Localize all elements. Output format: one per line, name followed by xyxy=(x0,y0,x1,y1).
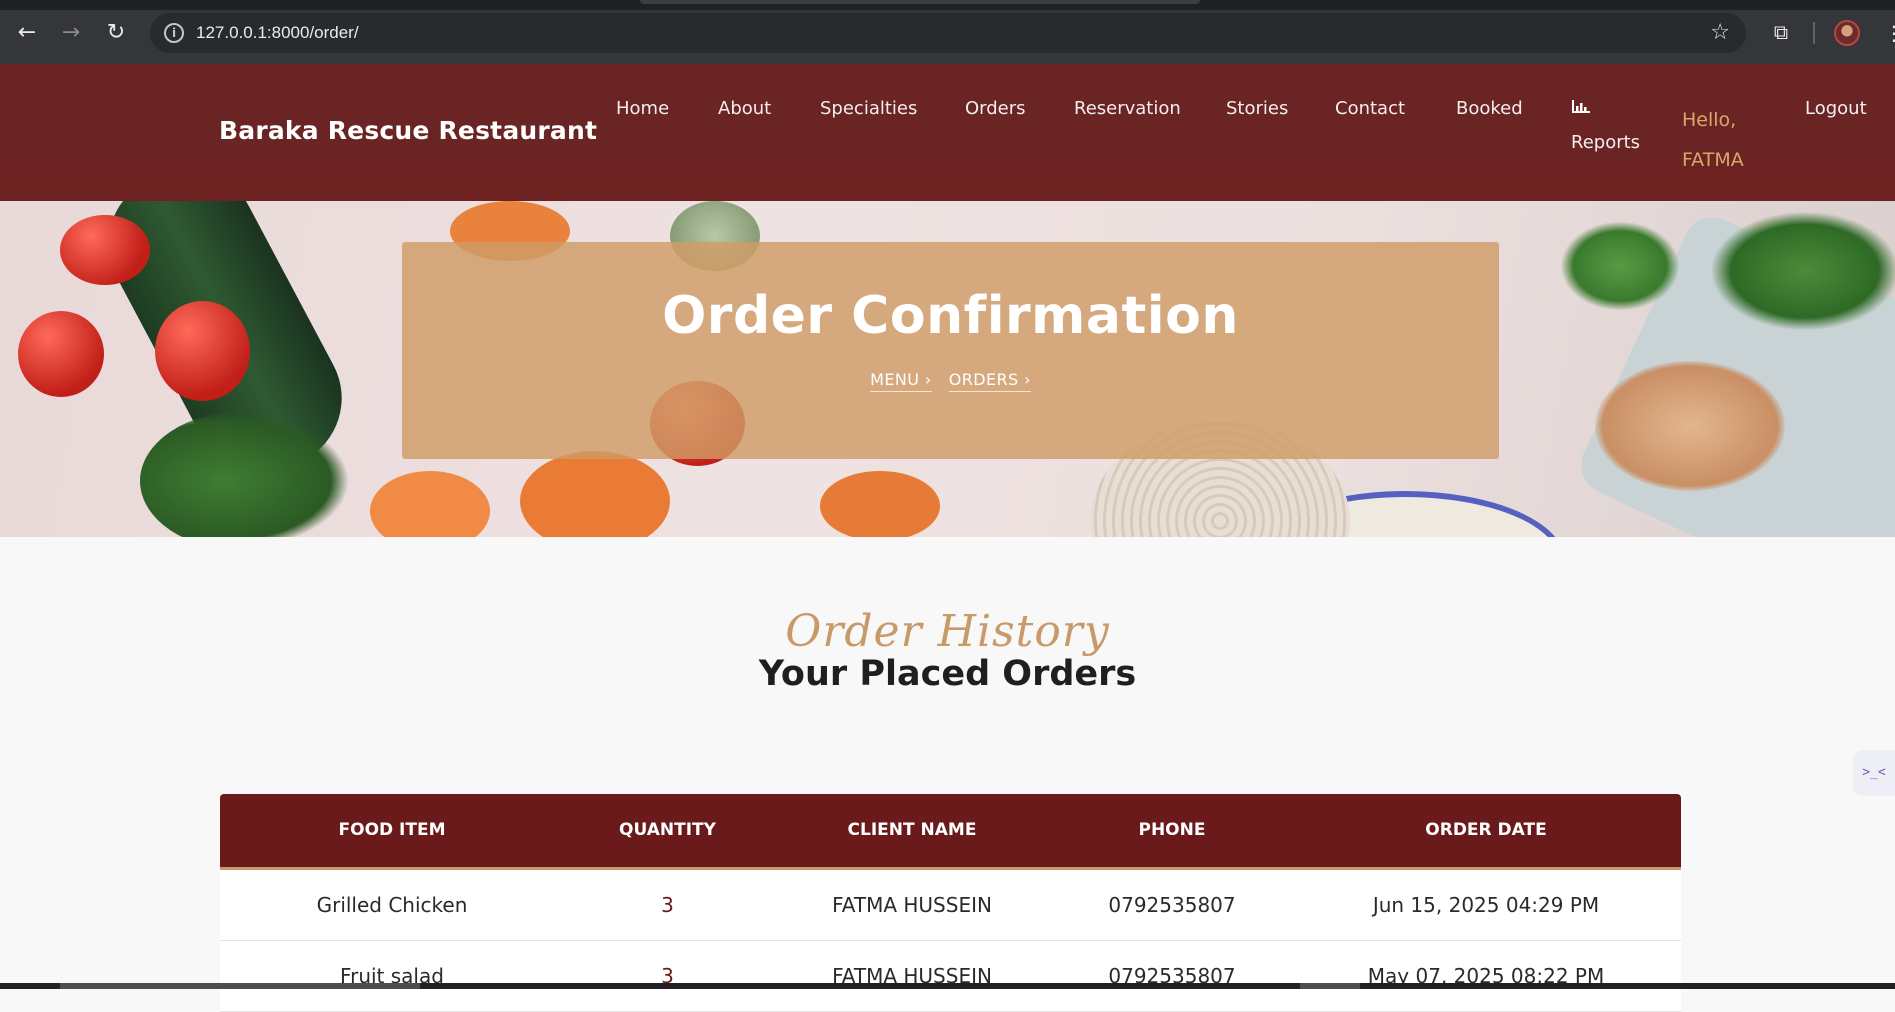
brand-logo[interactable]: Baraka Rescue Restaurant xyxy=(219,116,597,145)
orders-table: FOOD ITEM QUANTITY CLIENT NAME PHONE ORD… xyxy=(220,794,1681,1012)
address-bar[interactable]: i 127.0.0.1:8000/order/ ☆ xyxy=(150,13,1746,53)
active-tab-edge[interactable] xyxy=(640,0,1200,4)
more-vert-icon[interactable]: ⋮ xyxy=(1884,18,1895,48)
header-band xyxy=(0,164,1895,201)
cell-quantity: 3 xyxy=(661,893,674,917)
cell-quantity: 3 xyxy=(661,964,674,988)
tomato-shape xyxy=(18,311,104,397)
taskbar-segment xyxy=(1300,983,1360,989)
forward-arrow-icon[interactable]: → xyxy=(56,18,86,48)
section-heading: Your Placed Orders xyxy=(758,654,1137,694)
chevron-right-icon: › xyxy=(1024,370,1031,389)
nav-reports[interactable]: Reports xyxy=(1571,132,1640,153)
profile-avatar[interactable] xyxy=(1834,20,1860,46)
tomato-shape xyxy=(60,215,150,285)
address-bar-url[interactable]: 127.0.0.1:8000/order/ xyxy=(196,23,359,43)
hero-banner: Order Confirmation MENU › ORDERS › xyxy=(0,201,1895,537)
nav-booked[interactable]: Booked xyxy=(1456,98,1523,119)
nav-reservation[interactable]: Reservation xyxy=(1074,98,1181,119)
user-greeting: Hello, FATMA xyxy=(1682,109,1744,171)
page-title: Order Confirmation xyxy=(662,286,1239,346)
breadcrumb-orders-label[interactable]: ORDERS xyxy=(949,370,1019,389)
table-row: Fruit salad 3 FATMA HUSSEIN 0792535807 M… xyxy=(220,941,1681,1012)
browser-toolbar: ← → ↻ i 127.0.0.1:8000/order/ ☆ ⧉ ⋮ xyxy=(0,0,1895,64)
reload-icon[interactable]: ↻ xyxy=(101,18,131,48)
nav-specialties[interactable]: Specialties xyxy=(820,98,917,119)
column-header-client-name: CLIENT NAME xyxy=(847,820,977,840)
parsley-leaves xyxy=(1560,221,1680,311)
parsley-leaves xyxy=(1710,211,1895,331)
bookmark-star-icon[interactable]: ☆ xyxy=(1710,20,1730,45)
cell-order-date: Jun 15, 2025 04:29 PM xyxy=(1372,893,1600,917)
ginger-root xyxy=(1595,361,1785,491)
breadcrumb-menu-label[interactable]: MENU xyxy=(870,370,919,389)
cell-order-date: May 07, 2025 08:22 PM xyxy=(1367,964,1605,988)
extensions-puzzle-icon[interactable]: ⧉ xyxy=(1768,19,1794,45)
taskbar-edge xyxy=(0,983,1895,989)
table-row: Grilled Chicken 3 FATMA HUSSEIN 07925358… xyxy=(220,870,1681,941)
cell-client-name: FATMA HUSSEIN xyxy=(832,964,992,988)
column-header-food-item: FOOD ITEM xyxy=(338,820,446,840)
nav-orders[interactable]: Orders xyxy=(965,98,1026,119)
site-header: Baraka Rescue Restaurant Home About Spec… xyxy=(0,64,1895,201)
floating-assistant-widget[interactable]: >_< xyxy=(1853,750,1895,796)
cell-client-name: FATMA HUSSEIN xyxy=(832,893,992,917)
column-header-quantity: QUANTITY xyxy=(619,820,716,840)
breadcrumb: MENU › ORDERS › xyxy=(402,370,1499,392)
cell-food-item: Fruit salad xyxy=(340,964,444,988)
nav-about[interactable]: About xyxy=(718,98,771,119)
column-header-order-date: ORDER DATE xyxy=(1425,820,1547,840)
chevron-right-icon: › xyxy=(924,370,932,389)
table-header-row: FOOD ITEM QUANTITY CLIENT NAME PHONE ORD… xyxy=(220,794,1681,870)
hero-overlay-box: Order Confirmation MENU › ORDERS › xyxy=(402,242,1499,459)
bar-chart-icon-svg xyxy=(1572,100,1590,113)
breadcrumb-orders[interactable]: ORDERS › xyxy=(948,370,1031,392)
bar-chart-icon[interactable] xyxy=(1571,98,1591,118)
cell-food-item: Grilled Chicken xyxy=(316,893,468,917)
breadcrumb-menu[interactable]: MENU › xyxy=(870,370,932,392)
taskbar-segment xyxy=(60,983,420,989)
carrot-slice xyxy=(370,471,490,537)
carrot-slice xyxy=(820,471,940,537)
carrot-slice xyxy=(520,451,670,537)
nav-logout[interactable]: Logout xyxy=(1805,98,1867,119)
tomato-shape xyxy=(155,301,250,401)
cell-phone: 0792535807 xyxy=(1108,964,1236,988)
back-arrow-icon[interactable]: ← xyxy=(12,18,42,48)
nav-home[interactable]: Home xyxy=(616,98,669,119)
cell-phone: 0792535807 xyxy=(1108,893,1236,917)
toolbar-divider xyxy=(1813,22,1815,44)
column-header-phone: PHONE xyxy=(1138,820,1206,840)
section-subheading: Order History xyxy=(785,606,1110,657)
site-info-icon[interactable]: i xyxy=(164,23,184,43)
nav-stories[interactable]: Stories xyxy=(1226,98,1288,119)
nav-contact[interactable]: Contact xyxy=(1335,98,1405,119)
